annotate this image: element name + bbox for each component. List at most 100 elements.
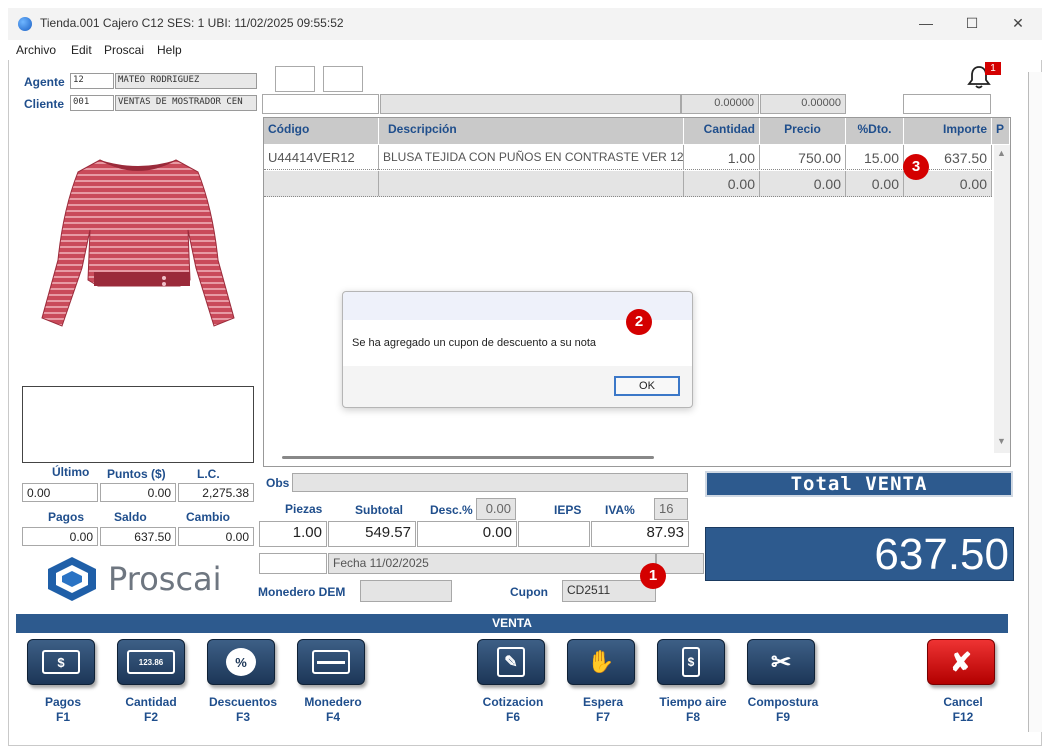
- total-venta-label: Total VENTA: [705, 471, 1013, 497]
- row1-quantity: 1.00: [684, 145, 760, 170]
- row2-code: [264, 171, 379, 196]
- saldo-label: Saldo: [114, 510, 147, 524]
- iva-percent-field[interactable]: 16: [654, 498, 688, 520]
- ieps-label: IEPS: [554, 503, 582, 517]
- cantidad-button[interactable]: 123.86: [117, 639, 185, 685]
- top-box-2[interactable]: [323, 66, 363, 92]
- callout-badge-3: 3: [903, 154, 929, 180]
- pagos-button[interactable]: $: [27, 639, 95, 685]
- ultimo-value: 0.00: [22, 483, 98, 502]
- menu-archivo[interactable]: Archivo: [16, 43, 56, 57]
- menu-proscai[interactable]: Proscai: [104, 43, 144, 57]
- window-title: Tienda.001 Cajero C12 SES: 1 UBI: 11/02/…: [40, 16, 344, 30]
- percent-icon: %: [226, 648, 256, 676]
- brand-name: Proscai: [108, 560, 222, 598]
- header-field-2: [380, 94, 681, 114]
- maximize-button[interactable]: ☐: [950, 12, 994, 34]
- proscai-logo-icon: [44, 555, 100, 603]
- compostura-button-label: Compostura F9: [747, 695, 819, 724]
- fecha-field: Fecha 11/02/2025: [328, 553, 656, 574]
- total-venta-amount: 637.50: [705, 527, 1014, 581]
- right-side-panel: [1028, 72, 1042, 732]
- monedero-button-label: Monedero F4: [304, 695, 362, 724]
- header-value-2: 0.00000: [760, 94, 846, 114]
- row1-discount: 15.00: [846, 145, 904, 170]
- table-horizontal-scrollbar[interactable]: [282, 456, 654, 459]
- pagos-label: Pagos: [48, 510, 85, 524]
- agent-name-field: MATEO RODRIGUEZ: [115, 73, 257, 89]
- cotizacion-button[interactable]: ✎: [477, 639, 545, 685]
- cupon-label: Cupon: [510, 585, 548, 599]
- piezas-value: 1.00: [259, 521, 327, 547]
- col-header-price[interactable]: Precio: [760, 118, 846, 144]
- agent-label: Agente: [24, 75, 65, 89]
- document-edit-icon: ✎: [497, 647, 525, 677]
- callout-badge-1: 1: [640, 563, 666, 589]
- obs-field[interactable]: [292, 473, 688, 492]
- tiempo-aire-button-label: Tiempo aire F8: [659, 695, 727, 724]
- pagos-button-label: Pagos F1: [44, 695, 81, 724]
- subtotal-value: 549.57: [328, 521, 416, 547]
- scissors-icon: ✂: [770, 648, 792, 676]
- ieps-value: [518, 521, 590, 547]
- col-header-description[interactable]: Descripción: [379, 118, 684, 144]
- dialog-ok-button[interactable]: OK: [614, 376, 680, 396]
- notification-count-badge: 1: [985, 62, 1001, 75]
- subtotal-label: Subtotal: [355, 503, 403, 517]
- monedero-label: Monedero DEM: [258, 585, 346, 599]
- client-name-field: VENTAS DE MOSTRADOR CEN: [115, 95, 257, 111]
- card-icon: [312, 650, 350, 674]
- piezas-label: Piezas: [285, 502, 323, 516]
- col-header-quantity[interactable]: Cantidad: [684, 118, 760, 144]
- top-box-1[interactable]: [275, 66, 315, 92]
- descuentos-button[interactable]: %: [207, 639, 275, 685]
- col-header-amount[interactable]: Importe: [904, 118, 992, 144]
- table-vertical-scrollbar[interactable]: [994, 145, 1010, 453]
- monedero-button[interactable]: [297, 639, 365, 685]
- monedero-field[interactable]: [360, 580, 452, 602]
- puntos-label: Puntos ($): [107, 467, 166, 481]
- app-logo-icon: [18, 17, 32, 31]
- fecha-prefix-field[interactable]: [259, 553, 327, 574]
- calculator-icon: 123.86: [127, 650, 175, 674]
- row2-price: 0.00: [760, 171, 846, 196]
- tiempo-aire-button[interactable]: $: [657, 639, 725, 685]
- cambio-label: Cambio: [186, 510, 231, 524]
- descuentos-button-label: Descuentos F3: [208, 695, 278, 724]
- minimize-button[interactable]: —: [904, 12, 948, 34]
- espera-button-label: Espera F7: [582, 695, 624, 724]
- agent-code-field[interactable]: 12: [70, 73, 114, 89]
- scroll-down-arrow-icon[interactable]: ▼: [997, 436, 1006, 446]
- lc-value: 2,275.38: [178, 483, 254, 502]
- cantidad-button-label: Cantidad F2: [125, 695, 177, 724]
- row2-discount: 0.00: [846, 171, 904, 196]
- descuento-percent-field[interactable]: 0.00: [476, 498, 516, 520]
- header-field-1[interactable]: [262, 94, 379, 114]
- col-header-discount[interactable]: %Dto.: [846, 118, 904, 144]
- close-button[interactable]: ✕: [996, 12, 1040, 34]
- client-code-field[interactable]: 001: [70, 95, 114, 111]
- menu-edit[interactable]: Edit: [71, 43, 92, 57]
- espera-button[interactable]: ✋: [567, 639, 635, 685]
- col-header-p[interactable]: P: [992, 118, 1010, 144]
- header-field-3[interactable]: [903, 94, 991, 114]
- iva-label: IVA%: [605, 503, 635, 517]
- cancel-button-label: Cancel F12: [943, 695, 983, 724]
- puntos-value: 0.00: [100, 483, 176, 502]
- client-label: Cliente: [24, 97, 65, 111]
- col-header-code[interactable]: Código: [264, 118, 379, 144]
- compostura-button[interactable]: ✂: [747, 639, 815, 685]
- descuento-value: 0.00: [417, 521, 517, 547]
- dollar-bill-icon: $: [42, 650, 80, 674]
- descuento-label: Desc.%: [430, 503, 473, 517]
- pagos-value: 0.00: [22, 527, 98, 546]
- cancel-button[interactable]: ✘: [927, 639, 995, 685]
- saldo-value: 637.50: [100, 527, 176, 546]
- hand-stop-icon: ✋: [587, 649, 615, 674]
- row2-quantity: 0.00: [684, 171, 760, 196]
- scroll-up-arrow-icon[interactable]: ▲: [997, 148, 1006, 158]
- cambio-value: 0.00: [178, 527, 254, 546]
- notes-box[interactable]: [22, 386, 254, 463]
- dialog-message: Se ha agregado un cupon de descuento a s…: [352, 337, 597, 349]
- menu-help[interactable]: Help: [157, 43, 182, 57]
